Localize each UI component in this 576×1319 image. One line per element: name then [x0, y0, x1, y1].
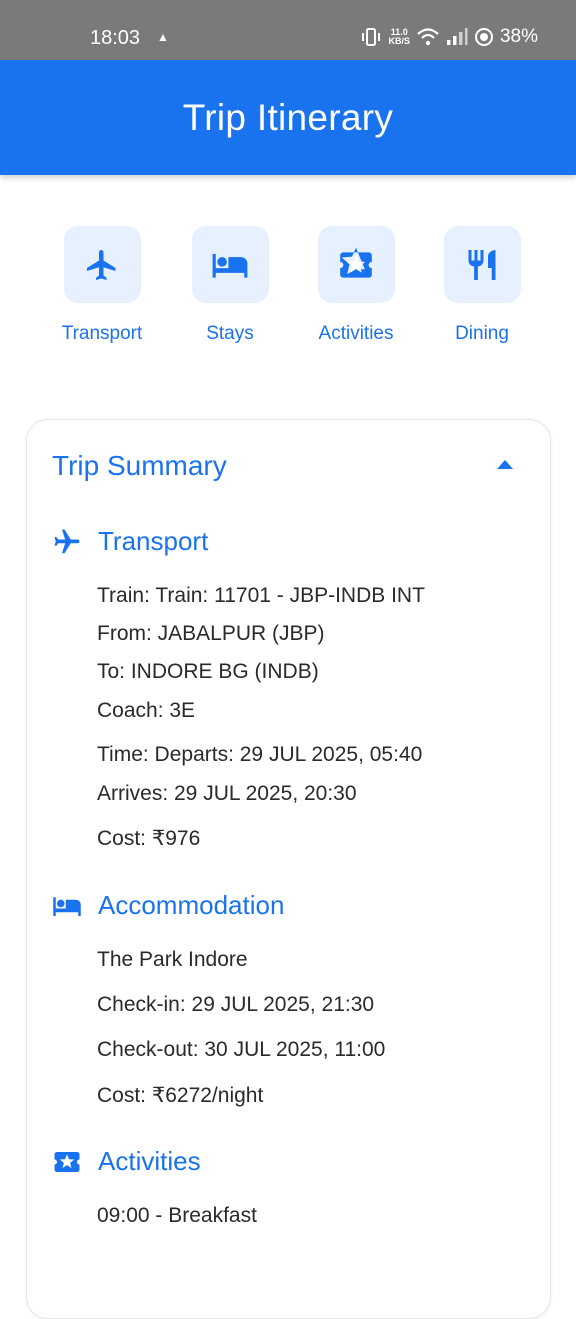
transport-cost: Cost: ₹976	[97, 827, 201, 850]
activity-item: 09:00 - Breakfast	[97, 1204, 257, 1227]
category-tile[interactable]	[443, 226, 521, 303]
category-activities[interactable]: Activities	[291, 226, 421, 345]
from-info: From: JABALPUR (JBP)	[97, 622, 325, 645]
status-bar: 18:03 ▲ 11.0 KB/S 38%	[0, 0, 576, 60]
accommodation-section-header: Accommodation	[52, 890, 284, 921]
train-info: Train: Train: 11701 - JBP-INDB INT	[97, 584, 425, 607]
fork-knife-icon	[468, 249, 496, 280]
bed-icon	[212, 253, 248, 278]
accommodation-cost: Cost: ₹6272/night	[97, 1084, 264, 1107]
accommodation-heading: Accommodation	[98, 890, 285, 920]
checkout-time: Check-out: 30 JUL 2025, 11:00	[97, 1038, 386, 1061]
category-transport[interactable]: Transport	[37, 226, 167, 345]
ticket-icon	[340, 247, 372, 278]
ticket-icon	[54, 1151, 80, 1172]
category-stays[interactable]: Stays	[165, 226, 295, 345]
category-label: Stays	[206, 323, 254, 344]
bed-icon	[53, 896, 81, 916]
activities-section-header: Activities	[52, 1146, 201, 1177]
status-icons: 11.0 KB/S 38%	[360, 26, 538, 48]
checkin-time: Check-in: 29 JUL 2025, 21:30	[97, 993, 375, 1016]
signal-icon	[446, 28, 468, 45]
to-info: To: INDORE BG (INDB)	[97, 660, 319, 683]
vibrate-icon	[362, 28, 381, 46]
collapse-chevron-icon[interactable]	[496, 458, 514, 470]
wifi-icon	[417, 28, 439, 46]
category-dining[interactable]: Dining	[417, 226, 547, 345]
page-title: Trip Itinerary	[182, 96, 394, 138]
arrival-time: Arrives: 29 JUL 2025, 20:30	[97, 782, 357, 805]
category-row: Transport Stays Activities Dining	[0, 226, 576, 356]
activities-heading: Activities	[98, 1146, 201, 1176]
category-label: Activities	[318, 323, 394, 344]
category-tile[interactable]	[191, 226, 269, 303]
status-time: 18:03	[90, 27, 141, 49]
trip-summary-title: Trip Summary	[52, 450, 227, 481]
airplane-icon	[54, 529, 80, 553]
battery-saver-icon	[474, 28, 493, 46]
departure-time: Time: Departs: 29 JUL 2025, 05:40	[97, 743, 423, 766]
battery-percent: 38%	[499, 26, 538, 47]
category-label: Transport	[61, 323, 143, 344]
coach-info: Coach: 3E	[97, 699, 196, 722]
transport-heading: Transport	[98, 526, 209, 556]
app-bar: Trip Itinerary	[0, 60, 576, 175]
transport-section-header: Transport	[52, 526, 208, 557]
category-label: Dining	[455, 323, 509, 344]
airplane-icon	[87, 249, 116, 280]
notification-icon: ▲	[157, 30, 169, 44]
trip-summary-card: Trip Summary Transport Train: Train: 117…	[26, 419, 551, 1319]
network-speed: 11.0 KB/S	[388, 27, 410, 46]
category-tile[interactable]	[63, 226, 141, 303]
category-tile[interactable]	[317, 226, 395, 303]
hotel-name: The Park Indore	[97, 948, 248, 971]
